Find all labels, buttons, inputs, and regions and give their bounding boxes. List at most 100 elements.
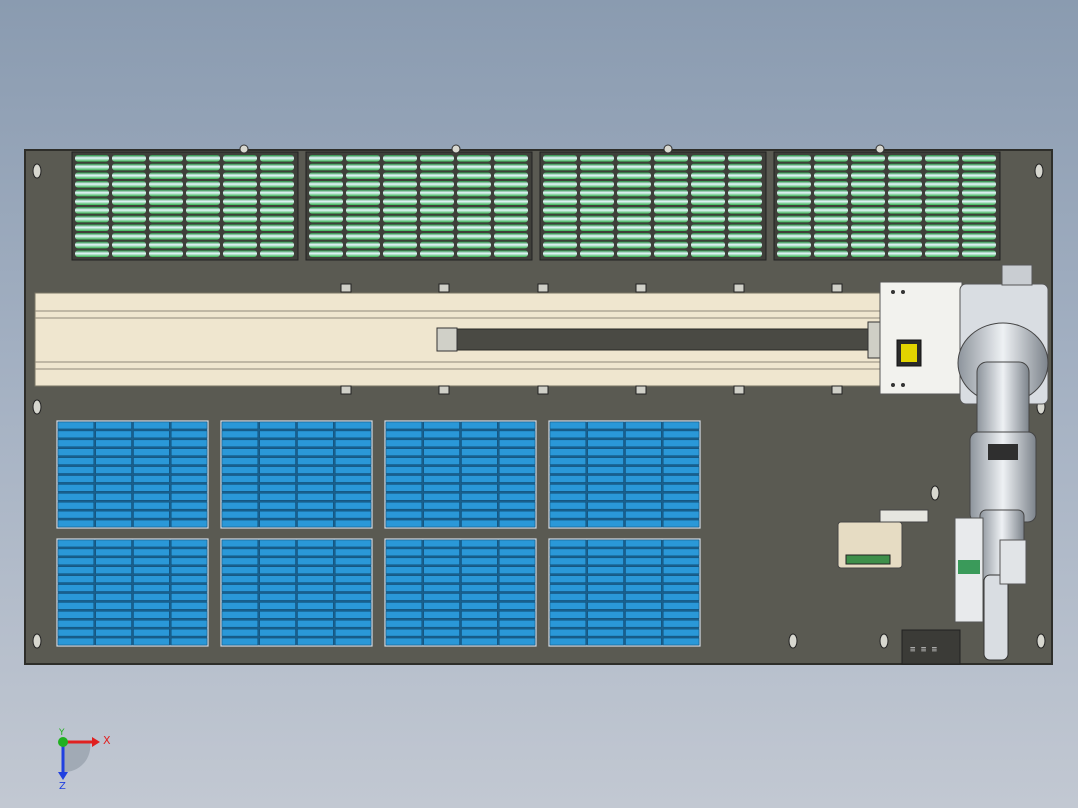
blue-cell bbox=[133, 457, 170, 465]
green-cell bbox=[617, 215, 651, 223]
triad-shadow bbox=[63, 742, 91, 773]
green-cell bbox=[383, 198, 417, 205]
rail-carriage[interactable] bbox=[879, 281, 963, 395]
fixture-window bbox=[845, 554, 891, 565]
green-cell bbox=[851, 181, 885, 188]
green-cell bbox=[75, 241, 109, 249]
blue-cell bbox=[587, 539, 624, 548]
blue-cell bbox=[171, 510, 208, 519]
blue-cell bbox=[221, 519, 258, 528]
green-cell bbox=[149, 155, 183, 162]
blue-cell bbox=[221, 566, 258, 574]
green-cell bbox=[149, 250, 183, 257]
robot-wrist bbox=[983, 574, 1009, 661]
green-cell bbox=[962, 233, 996, 240]
blue-cell bbox=[499, 602, 536, 610]
green-cell bbox=[728, 215, 762, 223]
blue-cell bbox=[625, 602, 662, 610]
green-cell bbox=[888, 250, 922, 257]
green-cell bbox=[223, 163, 257, 171]
green-cell bbox=[309, 207, 343, 214]
green-cell bbox=[309, 155, 343, 162]
linear-rail bbox=[34, 292, 887, 387]
blue-cell bbox=[625, 575, 662, 583]
green-cell bbox=[457, 189, 491, 197]
green-cell bbox=[260, 172, 294, 179]
blue-cell bbox=[587, 439, 624, 448]
green-cell bbox=[728, 233, 762, 240]
blue-cell bbox=[461, 484, 498, 492]
blue-cell bbox=[499, 466, 536, 474]
blue-cell bbox=[221, 557, 258, 565]
blue-cell bbox=[171, 620, 208, 628]
blue-cell bbox=[57, 475, 94, 483]
blue-cell bbox=[335, 566, 372, 574]
green-cell bbox=[383, 233, 417, 240]
blue-cell bbox=[133, 539, 170, 548]
green-cell bbox=[962, 198, 996, 205]
blue-cell bbox=[95, 602, 132, 610]
blue-cell bbox=[587, 493, 624, 501]
rack-handle bbox=[663, 144, 673, 154]
blue-cell bbox=[57, 430, 94, 439]
green-cell bbox=[543, 155, 577, 162]
green-cell bbox=[494, 198, 528, 205]
green-cell bbox=[691, 224, 725, 231]
green-cell bbox=[777, 163, 811, 171]
blue-tray bbox=[56, 420, 209, 529]
green-cell bbox=[617, 189, 651, 197]
blue-cell bbox=[499, 557, 536, 565]
green-cell bbox=[346, 207, 380, 214]
green-cell bbox=[888, 155, 922, 162]
green-cell bbox=[962, 172, 996, 179]
blue-cell bbox=[259, 439, 296, 448]
blue-cell bbox=[133, 557, 170, 565]
blue-cell bbox=[587, 584, 624, 592]
blue-cell bbox=[663, 430, 700, 439]
green-cell bbox=[851, 163, 885, 171]
blue-cell bbox=[95, 628, 132, 637]
blue-cell bbox=[385, 575, 422, 583]
blue-cell bbox=[663, 628, 700, 637]
blue-cell bbox=[663, 548, 700, 557]
blue-cell bbox=[587, 548, 624, 557]
green-cell bbox=[383, 215, 417, 223]
blue-cell bbox=[221, 628, 258, 637]
cad-viewport[interactable]: ≡ ≡ ≡ bbox=[0, 0, 1078, 808]
blue-cell bbox=[549, 457, 586, 465]
green-cell bbox=[457, 207, 491, 214]
blue-cell bbox=[385, 502, 422, 510]
blue-cell bbox=[385, 566, 422, 574]
green-cell bbox=[654, 207, 688, 214]
green-cell bbox=[309, 241, 343, 249]
green-cell bbox=[580, 215, 614, 223]
blue-cell bbox=[385, 484, 422, 492]
blue-cell bbox=[549, 611, 586, 619]
green-cell bbox=[494, 250, 528, 257]
green-cell bbox=[543, 181, 577, 188]
blue-cell bbox=[385, 457, 422, 465]
blue-cell bbox=[461, 430, 498, 439]
green-cell bbox=[149, 172, 183, 179]
blue-cell bbox=[335, 439, 372, 448]
blue-cell bbox=[385, 620, 422, 628]
blue-cell bbox=[549, 493, 586, 501]
blue-cell bbox=[385, 430, 422, 439]
blue-cell bbox=[133, 566, 170, 574]
blue-tray bbox=[56, 538, 209, 647]
green-cell bbox=[851, 250, 885, 257]
x-axis-label: X bbox=[103, 734, 111, 747]
green-cell bbox=[494, 181, 528, 188]
blue-cell bbox=[461, 602, 498, 610]
green-cell bbox=[728, 172, 762, 179]
green-cell bbox=[223, 155, 257, 162]
blue-cell bbox=[221, 637, 258, 646]
blue-cell bbox=[171, 466, 208, 474]
green-cell bbox=[925, 163, 959, 171]
green-cell bbox=[457, 155, 491, 162]
blue-cell bbox=[499, 628, 536, 637]
rail-bolt bbox=[438, 283, 450, 293]
blue-cell bbox=[499, 637, 536, 646]
green-cell bbox=[691, 250, 725, 257]
green-cell bbox=[580, 163, 614, 171]
